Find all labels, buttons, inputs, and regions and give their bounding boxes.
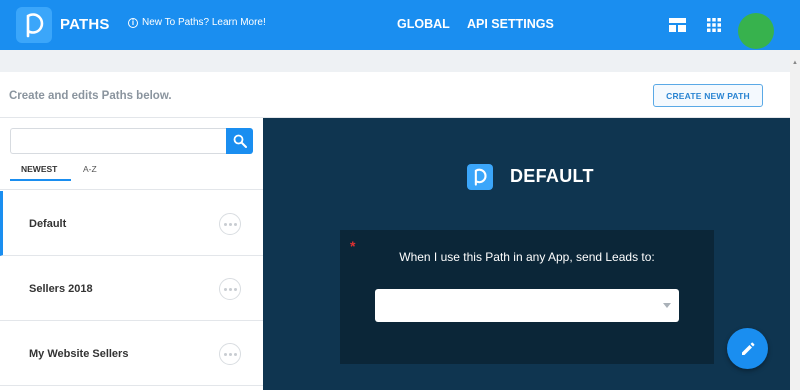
paths-logo-icon[interactable] (16, 7, 52, 43)
info-icon: i (128, 17, 138, 28)
user-avatar[interactable] (738, 13, 774, 49)
list-item-label: Sellers 2018 (29, 283, 93, 295)
more-options-icon[interactable] (219, 213, 241, 235)
pencil-icon (741, 342, 754, 355)
dashboard-icon[interactable] (669, 18, 686, 37)
page-scrollbar[interactable] (790, 50, 800, 390)
tab-newest[interactable]: NEWEST (21, 164, 57, 174)
nav-global[interactable]: GLOBAL (397, 17, 450, 31)
tab-a-z[interactable]: A-Z (83, 164, 97, 174)
active-tab-indicator (10, 179, 71, 181)
lead-routing-card: * When I use this Path in any App, send … (340, 230, 714, 364)
lead-routing-label: When I use this Path in any App, send Le… (399, 250, 655, 264)
more-options-icon[interactable] (219, 278, 241, 300)
learn-more-label: New To Paths? Learn More! (142, 17, 266, 28)
nav-api-settings[interactable]: API SETTINGS (467, 17, 554, 31)
more-options-icon[interactable] (219, 343, 241, 365)
list-item-label: Default (29, 218, 67, 230)
list-item-default[interactable]: Default (0, 191, 263, 256)
list-item-my-website-sellers[interactable]: My Website Sellers (0, 321, 263, 386)
chevron-down-icon (663, 303, 671, 308)
list-item-label: My Website Sellers (29, 348, 129, 360)
path-detail-panel: DEFAULT * When I use this Path in any Ap… (263, 118, 790, 390)
path-logo-icon (467, 164, 493, 190)
paths-sidebar: NEWEST A-Z Default Sellers 2018 My Websi… (0, 118, 263, 390)
brand-name[interactable]: PATHS (60, 16, 110, 33)
lead-destination-select[interactable] (375, 289, 679, 322)
search-input[interactable] (10, 128, 226, 154)
learn-more-link[interactable]: i New To Paths? Learn More! (128, 17, 266, 28)
search-icon (233, 134, 247, 148)
paths-list: Default Sellers 2018 My Website Sellers (0, 191, 263, 386)
apps-grid-icon[interactable] (707, 18, 721, 37)
page-subtitle: Create and edits Paths below. (9, 90, 172, 102)
list-item-sellers-2018[interactable]: Sellers 2018 (0, 256, 263, 321)
edit-fab-button[interactable] (727, 328, 768, 369)
path-title: DEFAULT (510, 166, 594, 186)
scroll-up-arrow-icon[interactable]: ▲ (792, 60, 798, 66)
search-button[interactable] (226, 128, 253, 154)
tabs-divider (0, 189, 263, 190)
top-navigation-bar: PATHS i New To Paths? Learn More! GLOBAL… (0, 0, 800, 50)
create-new-path-button[interactable]: CREATE NEW PATH (653, 84, 763, 107)
